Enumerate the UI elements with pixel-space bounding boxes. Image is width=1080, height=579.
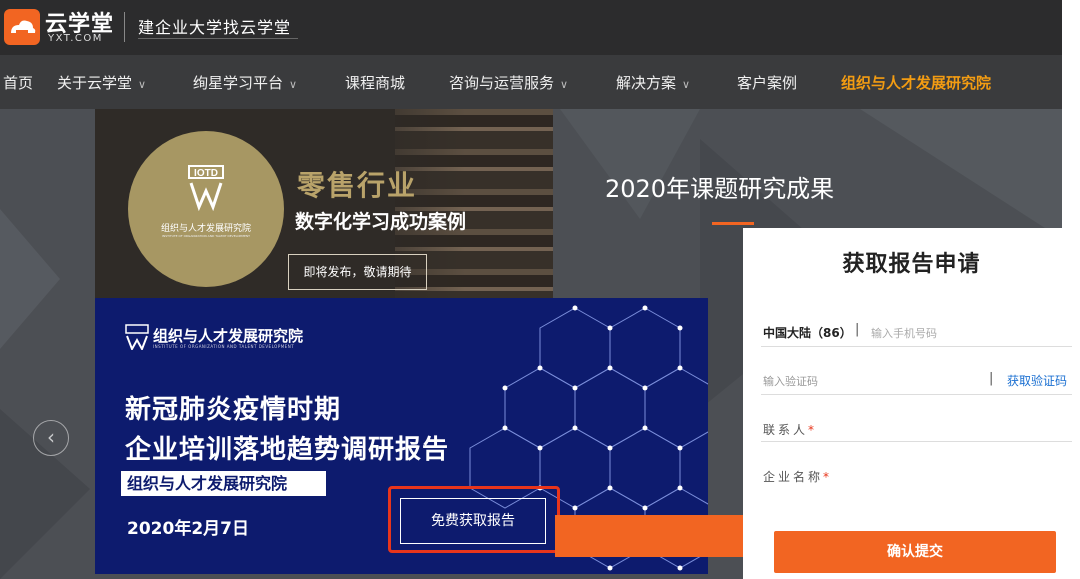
iotd-logo-icon: IOTD: [188, 165, 224, 211]
covid-title-line1: 新冠肺炎疫情时期: [125, 395, 342, 425]
main-nav: 首页 关于云学堂 ∨ 绚星学习平台 ∨ 课程商城 咨询与运营服务 ∨ 解决方案 ∨ 客户…: [0, 55, 1062, 109]
brand-slogan: 建企业大学找云学堂: [138, 18, 292, 37]
svg-text:IOTD: IOTD: [194, 168, 218, 179]
chevron-down-icon: ∨: [682, 78, 691, 91]
code-separator: |: [989, 371, 994, 386]
field-divider: [761, 394, 1072, 395]
iotd-logo-icon: [125, 324, 149, 350]
verification-code-input[interactable]: 输入验证码: [763, 373, 818, 389]
nav-item-label: 组织与人才发展研究院: [841, 74, 992, 92]
badge-org-name: 组织与人才发展研究院: [160, 224, 251, 234]
submit-button[interactable]: 确认提交: [774, 531, 1056, 573]
chevron-down-icon: ∨: [138, 78, 147, 91]
logo-domain: YXT.COM: [48, 33, 103, 44]
field-divider: [761, 346, 1072, 347]
contact-field[interactable]: 联系人*: [763, 421, 817, 438]
nav-item-label: 首页: [3, 74, 34, 92]
retail-case-card[interactable]: IOTD 组织与人才发展研究院 INSTITUTE OF ORGANIZATIO…: [95, 109, 553, 312]
covid-org-tag: 组织与人才发展研究院: [121, 471, 326, 496]
required-mark: *: [808, 423, 818, 437]
nav-item-label: 解决方案: [616, 74, 677, 92]
phone-input[interactable]: 输入手机号码: [871, 325, 937, 341]
retail-subtitle: 数字化学习成功案例: [295, 211, 467, 233]
slogan-underline: [138, 38, 298, 39]
nav-item-solutions[interactable]: 解决方案 ∨: [616, 72, 690, 93]
nav-item-consulting[interactable]: 咨询与运营服务 ∨: [449, 72, 568, 93]
highlight-frame: [388, 486, 560, 553]
nav-item-about[interactable]: 关于云学堂 ∨: [57, 72, 146, 93]
nav-item-label: 关于云学堂: [57, 74, 133, 92]
nav-item-cases[interactable]: 客户案例: [737, 72, 797, 93]
nav-item-learning-platform[interactable]: 绚星学习平台 ∨: [193, 72, 297, 93]
get-code-button[interactable]: 获取验证码: [1007, 372, 1067, 389]
badge-org-en: INSTITUTE OF ORGANIZATION AND TALENT DEV…: [162, 234, 250, 238]
company-label: 企业名称: [763, 470, 824, 484]
covid-org-en: INSTITUTE OF ORGANIZATION AND TALENT DEV…: [153, 344, 295, 349]
nav-item-label: 课程商城: [345, 74, 406, 92]
carousel-prev-button[interactable]: ‹: [33, 420, 69, 456]
brand-divider: [124, 12, 125, 42]
nav-item-label: 绚星学习平台: [193, 74, 284, 92]
phone-separator: |: [855, 322, 860, 337]
company-field[interactable]: 企业名称*: [763, 468, 832, 485]
phone-country-select[interactable]: 中国大陆（86）: [763, 324, 852, 341]
nav-item-institute[interactable]: 组织与人才发展研究院: [841, 72, 991, 93]
chevron-down-icon: ∨: [560, 78, 569, 91]
research-title-accent: [712, 222, 754, 225]
top-brand-bar: 云学堂 YXT.COM 建企业大学找云学堂: [0, 0, 1062, 55]
coming-soon-button[interactable]: 即将发布，敬请期待: [288, 254, 427, 290]
arrow-right-icon: [555, 493, 775, 579]
chevron-down-icon: ∨: [289, 78, 298, 91]
nav-item-home[interactable]: 首页: [3, 72, 33, 93]
yxt-logo-icon[interactable]: [4, 9, 40, 45]
covid-date: 2020年2月7日: [127, 519, 249, 539]
form-title: 获取报告申请: [842, 252, 981, 277]
research-title: 2020年课题研究成果: [605, 175, 835, 203]
covid-title-line2: 企业培训落地趋势调研报告: [125, 435, 450, 465]
required-mark: *: [823, 470, 833, 484]
covid-org-name: 组织与人才发展研究院: [153, 327, 304, 345]
institute-badge: IOTD 组织与人才发展研究院 INSTITUTE OF ORGANIZATIO…: [128, 131, 284, 287]
field-divider: [761, 441, 1072, 442]
contact-label: 联系人: [763, 423, 809, 437]
nav-item-label: 咨询与运营服务: [449, 74, 555, 92]
nav-item-course-mall[interactable]: 课程商城: [345, 72, 405, 93]
report-request-form: 获取报告申请 中国大陆（86） | 输入手机号码 输入验证码 | 获取验证码 联…: [743, 228, 1080, 579]
retail-title: 零售行业: [297, 169, 418, 202]
nav-item-label: 客户案例: [737, 74, 798, 92]
